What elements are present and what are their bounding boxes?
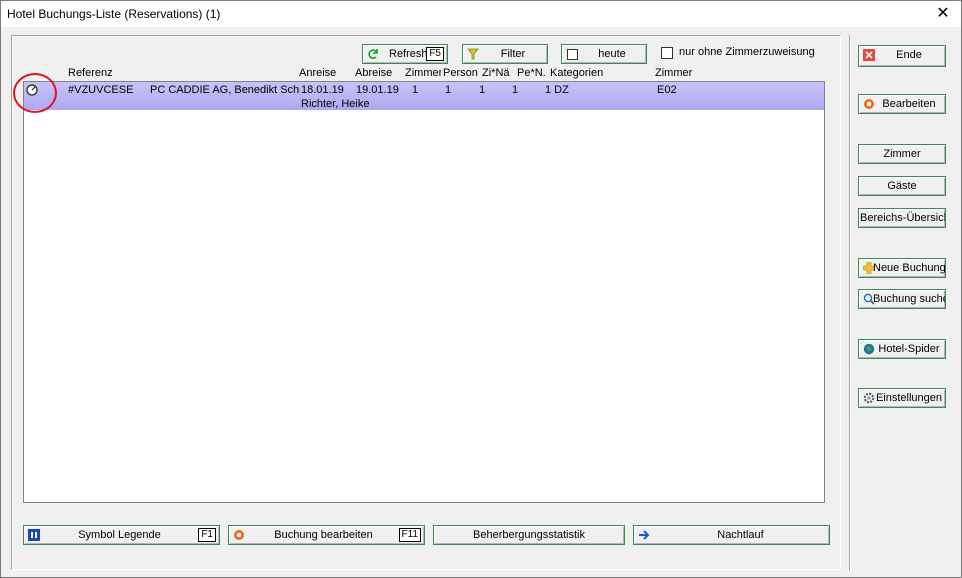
column-header-zi-nae[interactable]: Zi*Nä [482, 67, 510, 79]
symbol-legend-button[interactable]: Symbol Legende F1 [23, 525, 220, 545]
column-header-zimmer-count[interactable]: Zimmer [405, 67, 441, 79]
refresh-icon [368, 49, 378, 59]
edit-booking-key: F11 [398, 528, 421, 542]
statistics-label: Beherbergungsstatistik [473, 529, 585, 541]
new-booking-button[interactable]: Neue Buchung [858, 258, 946, 278]
reservation-list[interactable] [23, 81, 825, 503]
highlight-circle-annotation [13, 73, 57, 113]
row-zimmer-count: 1 [412, 84, 419, 96]
settings-label: Einstellungen [875, 392, 943, 404]
refresh-button[interactable]: Refresh F5 [362, 44, 448, 64]
column-header-referenz[interactable]: Referenz [68, 67, 113, 79]
guests-button[interactable]: Gäste [858, 176, 946, 196]
column-header-abreise[interactable]: Abreise [355, 67, 392, 79]
close-icon[interactable]: ✕ [933, 4, 953, 24]
column-header-personen[interactable]: Person [443, 67, 478, 79]
end-button[interactable]: Ende [858, 45, 946, 67]
statistics-button[interactable]: Beherbergungsstatistik [433, 525, 625, 545]
column-header-zimmer[interactable]: Zimmer [655, 67, 692, 79]
edit-booking-label: Buchung bearbeiten [274, 529, 373, 541]
guests-label: Gäste [887, 180, 917, 192]
row-name-secondary: Richter, Heike [301, 98, 370, 110]
side-separator [849, 35, 851, 570]
night-audit-button[interactable]: Nachtlauf [633, 525, 830, 545]
row-anreise: 18.01.19 [301, 84, 344, 96]
settings-button[interactable]: Einstellungen [858, 388, 946, 408]
area-overview-label: Bereichs-Übersich [860, 212, 946, 224]
today-checkbox-icon [567, 49, 578, 60]
rooms-button[interactable]: Zimmer [858, 144, 946, 164]
column-header-kategorien[interactable]: Kategorien [550, 67, 603, 79]
refresh-label: Refresh [389, 48, 428, 60]
column-header-pe-n[interactable]: Pe*N. [517, 67, 546, 79]
hotel-spider-button[interactable]: Hotel-Spider [858, 339, 946, 359]
today-label: heute [598, 48, 626, 60]
filter-icon [467, 48, 479, 60]
row-pe-n: 1 [512, 84, 519, 96]
refresh-key: F5 [426, 47, 444, 61]
no-room-label: nur ohne Zimmerzuweisung [679, 46, 815, 58]
filter-label: Filter [500, 48, 526, 60]
edit-label: Bearbeiten [882, 98, 936, 110]
row-referenz: #VZUVCESE [68, 84, 134, 96]
new-booking-label: Neue Buchung [873, 262, 946, 274]
row-zi-nae: 1 [479, 84, 486, 96]
symbol-legend-key: F1 [198, 528, 216, 542]
end-label: Ende [896, 49, 922, 61]
arrow-right-icon [639, 530, 650, 540]
window-title: Hotel Buchungs-Liste (Reservations) (1) [7, 7, 221, 21]
no-room-checkbox[interactable] [661, 47, 673, 59]
main-window: Hotel Buchungs-Liste (Reservations) (1) … [0, 0, 962, 578]
legend-icon [28, 529, 40, 541]
filter-button[interactable]: Filter [462, 44, 548, 64]
rooms-label: Zimmer [883, 148, 921, 160]
row-abreise: 19.01.19 [356, 84, 399, 96]
row-personen: 1 [445, 84, 452, 96]
search-booking-label: Buchung suche [873, 293, 946, 305]
edit-booking-button[interactable]: Buchung bearbeiten F11 [228, 525, 425, 545]
row-name: PC CADDIE AG, Benedikt Schn [150, 84, 300, 96]
night-audit-label: Nachtlauf [717, 529, 764, 541]
table-row[interactable]: #VZUVCESE PC CADDIE AG, Benedikt Schn Ri… [24, 82, 824, 110]
title-bar: Hotel Buchungs-Liste (Reservations) (1) … [1, 1, 961, 27]
symbol-legend-label: Symbol Legende [78, 529, 161, 541]
row-kategorien: 1 DZ [545, 84, 569, 96]
column-header-anreise[interactable]: Anreise [299, 67, 336, 79]
today-button[interactable]: heute [561, 44, 647, 64]
area-overview-button[interactable]: Bereichs-Übersich [858, 208, 946, 228]
lifebuoy-icon [234, 530, 244, 540]
row-zimmer: E02 [657, 84, 677, 96]
edit-button[interactable]: Bearbeiten [858, 94, 946, 114]
search-booking-button[interactable]: Buchung suche [858, 289, 946, 309]
hotel-spider-label: Hotel-Spider [878, 343, 940, 355]
